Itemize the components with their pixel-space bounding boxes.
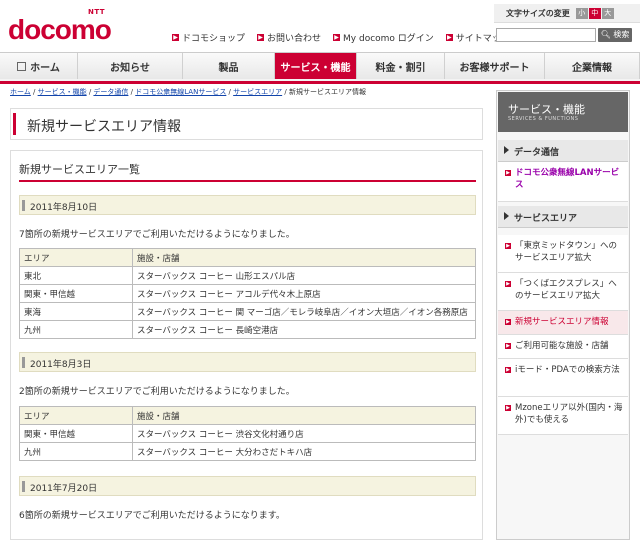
table-header-row: エリア 施設・店舗: [19, 248, 476, 267]
table-header-cell: エリア: [19, 248, 133, 267]
date-marker: [22, 357, 25, 368]
area-cell: 関東・甲信越: [19, 284, 133, 303]
triangle-icon: [504, 146, 509, 154]
breadcrumb: ホーム / サービス・機能 / データ通信 / ドコモ公衆無線LANサービス /…: [10, 88, 366, 96]
arrow-icon: ▶: [505, 405, 511, 411]
area-table: エリア 施設・店舗 東北 スターバックス コーヒー 山形エスパル店 関東・甲信越…: [19, 248, 476, 339]
header-links: ▶ ドコモショップ ▶ お問い合わせ ▶ My docomo ログイン ▶ サイトマップ: [172, 31, 510, 44]
contact-link[interactable]: ▶ お問い合わせ: [257, 31, 321, 44]
font-size-small[interactable]: 小: [575, 7, 588, 19]
section-date-box: 2011年7月20日: [19, 476, 476, 496]
store-cell: スターバックス コーヒー 長崎空港店: [132, 320, 476, 339]
arrow-icon: ▶: [505, 319, 511, 325]
arrow-icon: ▶: [333, 34, 341, 41]
breadcrumb-home[interactable]: ホーム: [10, 88, 31, 96]
table-header-cell: 施設・店舗: [132, 406, 476, 425]
sidebar-item-midtown[interactable]: ▶ 「東京ミッドタウン」へのサービスエリア拡大: [498, 235, 628, 273]
panel-title-underline: [19, 180, 476, 182]
store-cell: スターバックス コーヒー 山形エスパル店: [132, 266, 476, 285]
font-size-label: 文字サイズの変更: [506, 8, 570, 18]
triangle-icon: [504, 212, 509, 220]
nav-services[interactable]: サービス・機能: [275, 53, 357, 79]
section-date: 2011年8月3日: [30, 360, 92, 370]
arrow-icon: ▶: [505, 281, 511, 287]
section-date: 2011年8月10日: [30, 203, 98, 213]
section-note: 6箇所の新規サービスエリアでご利用いただけるようになります。: [19, 511, 285, 521]
font-size-medium[interactable]: 中: [588, 7, 601, 19]
table-header-row: エリア 施設・店舗: [19, 406, 476, 425]
sidebar-link-wlan[interactable]: ▶ ドコモ公衆無線LANサービス: [498, 162, 628, 202]
area-cell: 東海: [19, 302, 133, 321]
global-nav: ホーム お知らせ 製品 サービス・機能 料金・割引 お客様サポート 企業情報: [0, 52, 640, 84]
table-header-cell: 施設・店舗: [132, 248, 476, 267]
page-title-box: 新規サービスエリア情報: [10, 108, 483, 140]
store-cell: スターバックス コーヒー 大分わさだトキハ店: [132, 442, 476, 461]
home-icon: [17, 61, 27, 71]
breadcrumb-area[interactable]: サービスエリア: [233, 88, 282, 96]
arrow-icon: ▶: [505, 170, 511, 176]
search-input[interactable]: [496, 28, 596, 42]
title-accent-bar: [13, 113, 16, 135]
section-date-box: 2011年8月3日: [19, 352, 476, 372]
breadcrumb-current: 新規サービスエリア情報: [288, 88, 366, 96]
breadcrumb-wlan[interactable]: ドコモ公衆無線LANサービス: [135, 88, 226, 96]
arrow-icon: ▶: [505, 243, 511, 249]
arrow-icon: ▶: [505, 367, 511, 373]
sidebar-title: サービス・機能: [508, 103, 585, 116]
sidebar-subtitle: SERVICES & FUNCTIONS: [508, 116, 579, 122]
nav-support[interactable]: お客様サポート: [445, 53, 545, 79]
section-date: 2011年7月20日: [30, 484, 98, 494]
my-docomo-login-link[interactable]: ▶ My docomo ログイン: [333, 31, 434, 44]
search-button[interactable]: 🔍︎ 検索: [598, 28, 632, 42]
nav-products[interactable]: 製品: [183, 53, 275, 79]
table-row: 関東・甲信越 スターバックス コーヒー 渋谷文化村通り店: [19, 424, 476, 443]
sidebar-item-new-area[interactable]: ▶ 新規サービスエリア情報: [498, 311, 628, 335]
nav-corporate[interactable]: 企業情報: [545, 53, 640, 79]
page-title: 新規サービスエリア情報: [27, 119, 181, 135]
area-cell: 東北: [19, 266, 133, 285]
docomo-shop-link[interactable]: ▶ ドコモショップ: [172, 31, 245, 44]
table-header-cell: エリア: [19, 406, 133, 425]
section-date-box: 2011年8月10日: [19, 195, 476, 215]
arrow-icon: ▶: [172, 34, 179, 41]
table-row: 東海 スターバックス コーヒー 関 マーゴ店／モレラ岐阜店／イオン大垣店／イオン…: [19, 302, 476, 321]
table-row: 九州 スターバックス コーヒー 大分わさだトキハ店: [19, 442, 476, 461]
nav-news[interactable]: お知らせ: [78, 53, 183, 79]
nav-pricing[interactable]: 料金・割引: [357, 53, 445, 79]
date-marker: [22, 481, 25, 492]
table-row: 九州 スターバックス コーヒー 長崎空港店: [19, 320, 476, 339]
table-row: 東北 スターバックス コーヒー 山形エスパル店: [19, 266, 476, 285]
font-size-switcher: 文字サイズの変更 小 中 大: [494, 4, 640, 23]
date-marker: [22, 200, 25, 211]
search-icon: 🔍︎: [600, 30, 611, 39]
nav-home[interactable]: ホーム: [0, 53, 78, 79]
area-cell: 九州: [19, 442, 133, 461]
sidebar-section-data[interactable]: データ通信: [498, 140, 628, 162]
sidebar-header: サービス・機能 SERVICES & FUNCTIONS: [498, 92, 628, 132]
store-cell: スターバックス コーヒー アコルデ代々木上原店: [132, 284, 476, 303]
section-note: 2箇所の新規サービスエリアでご利用いただけるようになりました。: [19, 387, 295, 397]
arrow-icon: ▶: [505, 343, 511, 349]
panel-title: 新規サービスエリア一覧: [19, 163, 140, 176]
sidebar-item-mzone[interactable]: ▶ Mzoneエリア以外(国内・海外)でも使える: [498, 397, 628, 435]
sidebar-item-tsukuba[interactable]: ▶ 「つくばエクスプレス」へのサービスエリア拡大: [498, 273, 628, 311]
area-cell: 関東・甲信越: [19, 424, 133, 443]
table-row: 関東・甲信越 スターバックス コーヒー アコルデ代々木上原店: [19, 284, 476, 303]
area-table: エリア 施設・店舗 関東・甲信越 スターバックス コーヒー 渋谷文化村通り店 九…: [19, 406, 476, 461]
sidebar-item-facilities[interactable]: ▶ ご利用可能な施設・店舗: [498, 335, 628, 359]
arrow-icon: ▶: [445, 34, 453, 41]
area-cell: 九州: [19, 320, 133, 339]
section-note: 7箇所の新規サービスエリアでご利用いただけるようになりました。: [19, 230, 295, 240]
breadcrumb-services[interactable]: サービス・機能: [38, 88, 87, 96]
sidebar-item-imode-search[interactable]: ▶ iモード・PDAでの検索方法: [498, 359, 628, 397]
font-size-large[interactable]: 大: [601, 7, 614, 19]
breadcrumb-data[interactable]: データ通信: [93, 88, 128, 96]
store-cell: スターバックス コーヒー 関 マーゴ店／モレラ岐阜店／イオン大垣店／イオン各務原…: [132, 302, 476, 321]
arrow-icon: ▶: [257, 34, 265, 41]
store-cell: スターバックス コーヒー 渋谷文化村通り店: [132, 424, 476, 443]
sidebar-section-area[interactable]: サービスエリア: [498, 206, 628, 228]
logo-docomo: docomo: [8, 14, 112, 45]
